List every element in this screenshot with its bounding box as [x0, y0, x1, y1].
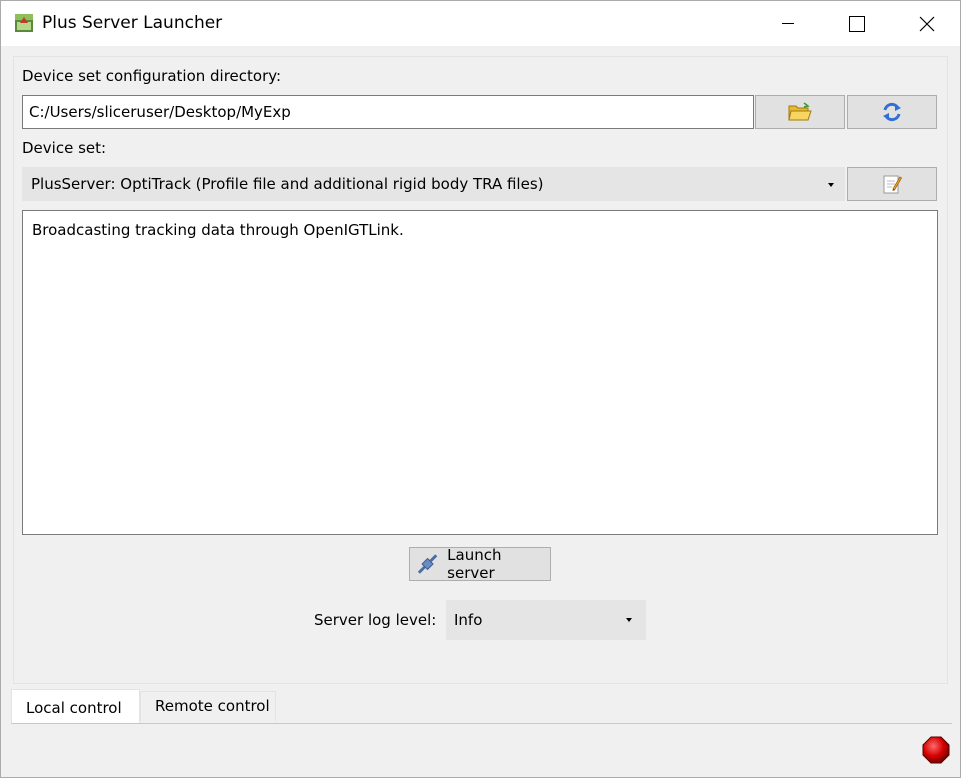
maximize-button[interactable]: [822, 1, 892, 46]
config-directory-input[interactable]: C:/Users/sliceruser/Desktop/MyExp: [22, 95, 754, 129]
chevron-down-icon: [828, 183, 834, 187]
chevron-down-icon: [626, 618, 632, 622]
close-icon: [919, 16, 935, 31]
description-text: Broadcasting tracking data through OpenI…: [32, 221, 404, 239]
log-level-label: Server log level:: [314, 611, 437, 629]
open-folder-icon: [788, 102, 812, 121]
tab-local-control[interactable]: Local control: [11, 689, 140, 724]
main-window: Plus Server Launcher Device set configur…: [0, 0, 961, 778]
device-set-label: Device set:: [22, 139, 107, 157]
maximize-icon: [849, 15, 865, 32]
launch-server-label: Launch server: [447, 546, 502, 582]
minimize-icon: [782, 22, 794, 24]
directory-label: Device set configuration directory:: [22, 67, 282, 85]
plus-server-app-icon: [15, 14, 33, 32]
refresh-icon: [883, 102, 901, 122]
title-bar[interactable]: Plus Server Launcher: [1, 1, 960, 46]
connect-plug-icon: [417, 554, 438, 574]
minimize-button[interactable]: [753, 1, 823, 46]
device-set-selected: PlusServer: OptiTrack (Profile file and …: [31, 175, 544, 193]
device-set-combobox[interactable]: PlusServer: OptiTrack (Profile file and …: [22, 167, 845, 201]
refresh-button[interactable]: [847, 95, 937, 129]
device-set-description: Broadcasting tracking data through OpenI…: [22, 210, 938, 535]
edit-config-icon: [883, 175, 902, 194]
tab-remote-control[interactable]: Remote control: [140, 691, 276, 721]
launch-server-button[interactable]: Launch server: [409, 546, 551, 582]
tab-divider: [11, 723, 952, 724]
status-red-led-icon: [922, 736, 950, 764]
close-button[interactable]: [892, 1, 960, 46]
log-level-selected: Info: [454, 611, 483, 629]
window-title: Plus Server Launcher: [42, 13, 223, 33]
open-folder-button[interactable]: [755, 95, 845, 129]
log-level-combobox[interactable]: Info: [446, 600, 646, 640]
edit-config-button[interactable]: [847, 167, 937, 201]
